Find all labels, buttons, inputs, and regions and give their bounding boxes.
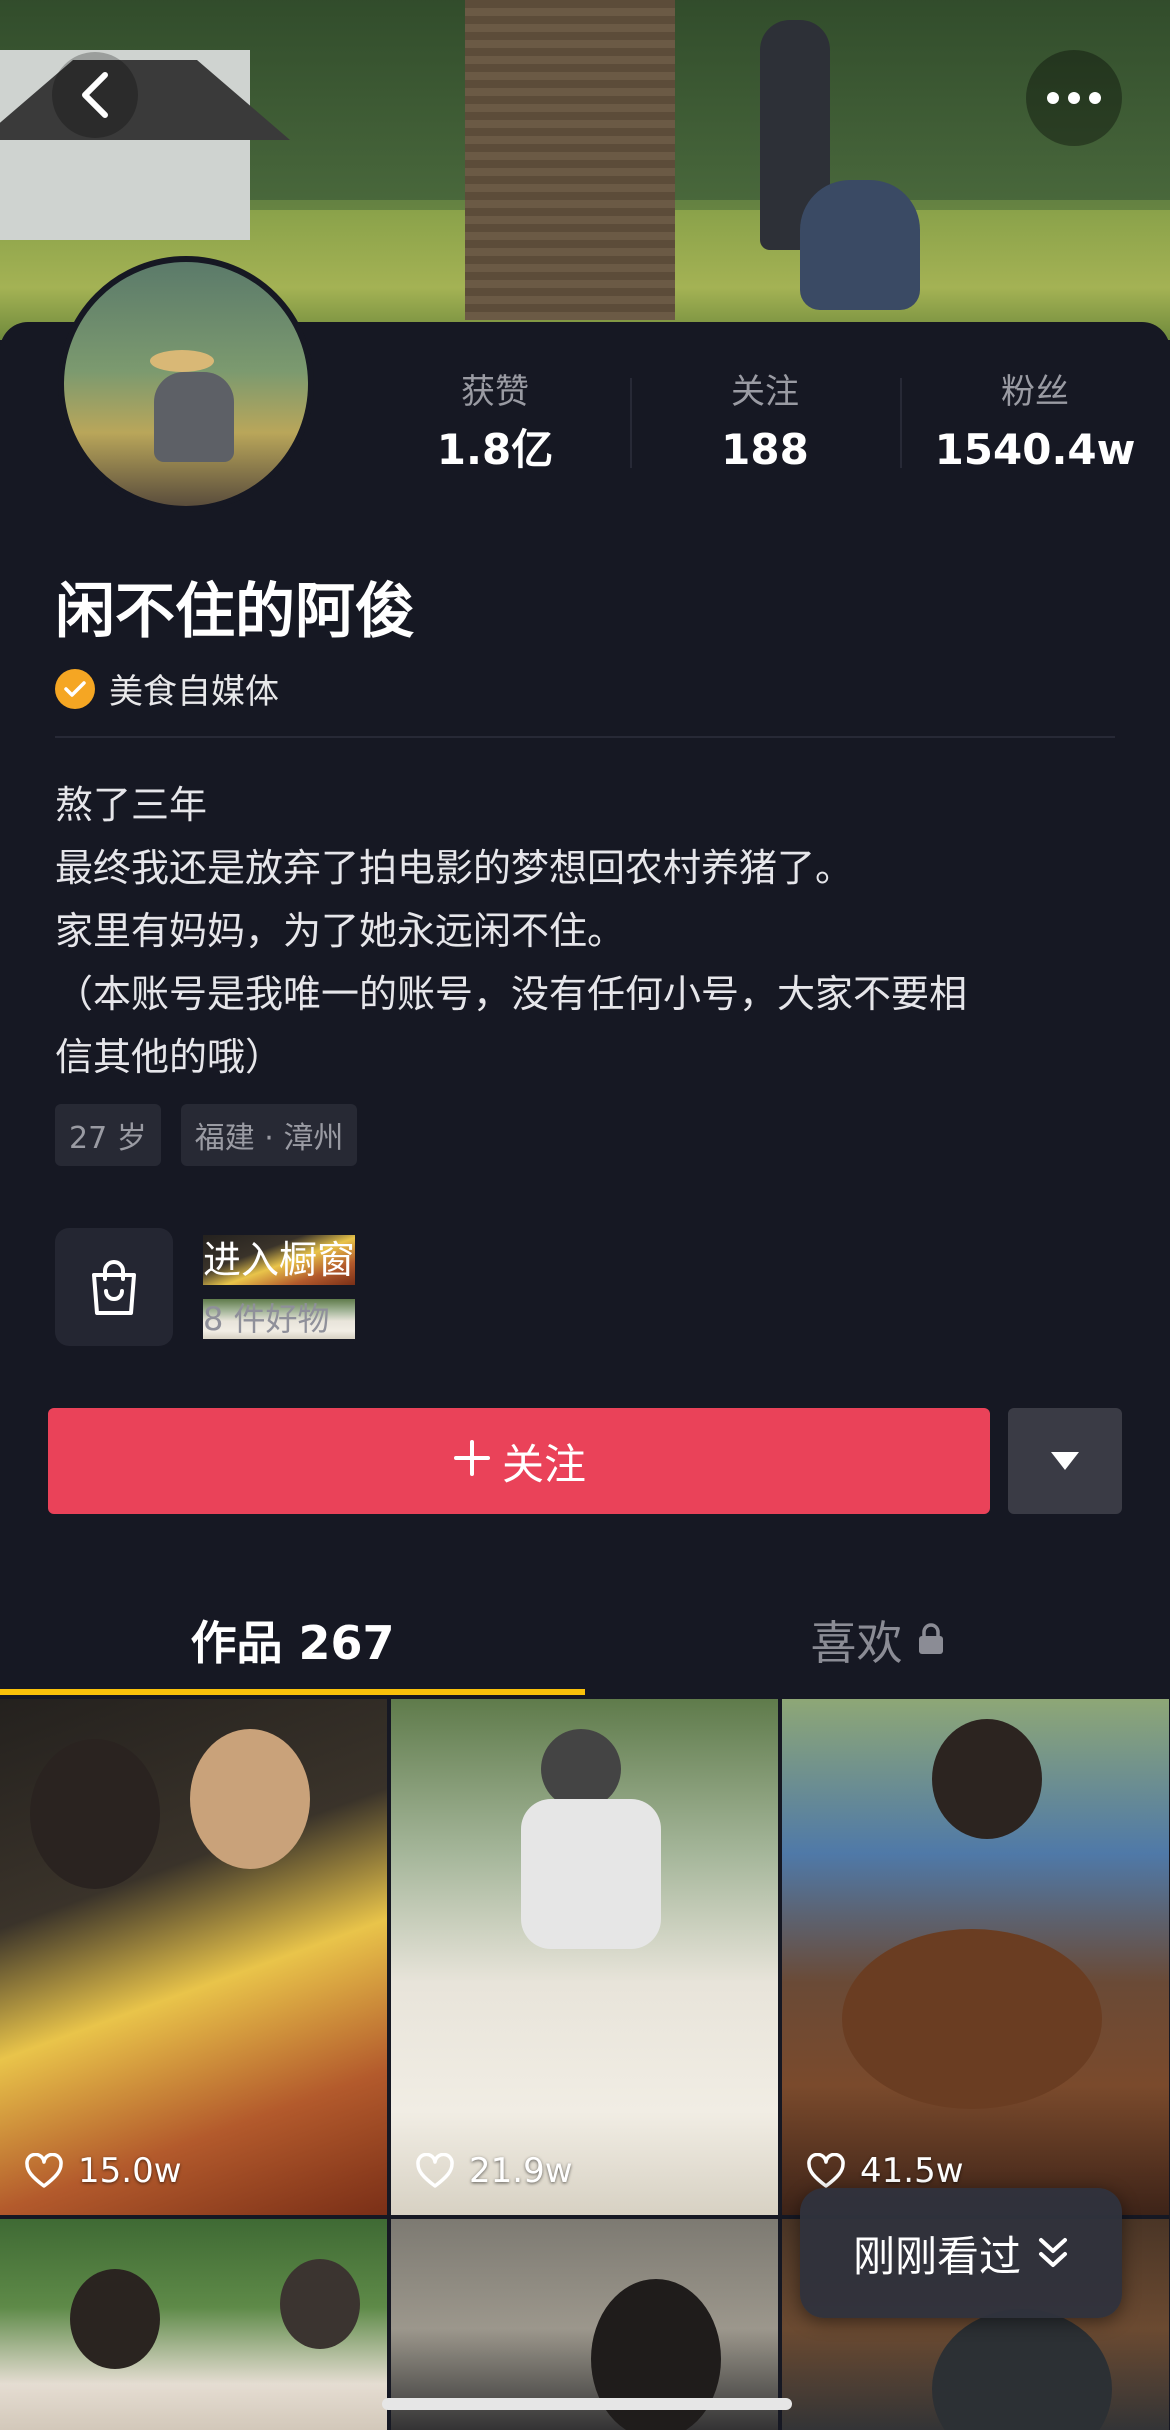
video-grid: 15.0w 21.9w 41.5w xyxy=(0,1699,1170,2430)
recommend-dropdown-button[interactable] xyxy=(1008,1408,1122,1514)
stat-label: 获赞 xyxy=(461,372,529,412)
tab-likes[interactable]: 喜欢 xyxy=(585,1585,1170,1695)
heart-icon xyxy=(807,2153,845,2188)
stat-value: 188 xyxy=(721,425,809,474)
like-count-value: 21.9w xyxy=(469,2151,573,2191)
heart-icon xyxy=(25,2153,63,2188)
lock-icon xyxy=(917,1613,945,1667)
more-options-button[interactable] xyxy=(1026,50,1122,146)
banner-post xyxy=(465,0,675,320)
video-thumbnail[interactable]: 21.9w xyxy=(391,1699,778,2215)
heart-icon xyxy=(416,2153,454,2188)
profile-tags: 27 岁 福建 · 漳州 xyxy=(55,1104,358,1166)
tab-label: 喜欢 xyxy=(810,1616,903,1670)
bio-line: 信其他的哦） xyxy=(55,1035,284,1079)
plus-icon xyxy=(452,1435,492,1487)
back-button[interactable] xyxy=(52,52,138,138)
age-tag: 27 岁 xyxy=(55,1104,161,1166)
stat-likes[interactable]: 获赞 1.8亿 xyxy=(360,370,630,480)
video-thumbnail[interactable] xyxy=(0,2219,387,2430)
verification-label: 美食自媒体 xyxy=(109,672,279,712)
location-tag: 福建 · 漳州 xyxy=(180,1104,358,1166)
stat-value: 1540.4w xyxy=(934,425,1136,474)
like-count-value: 15.0w xyxy=(78,2151,182,2191)
bio-line: （本账号是我唯一的账号，没有任何小号，大家不要相 xyxy=(55,972,968,1016)
like-count: 15.0w xyxy=(24,2151,182,2191)
recently-viewed-label: 刚刚看过 xyxy=(852,2231,1021,2281)
content-tabs: 作品 267 喜欢 xyxy=(0,1585,1170,1695)
verification-row[interactable]: 美食自媒体 xyxy=(55,664,279,713)
home-indicator[interactable] xyxy=(382,2398,792,2410)
profile-bio: 熬了三年 最终我还是放弃了拍电影的梦想回农村养猪了。 家里有妈妈，为了她永远闲不… xyxy=(55,774,1115,1089)
divider xyxy=(55,736,1115,738)
ellipsis-icon xyxy=(1047,92,1101,104)
follow-label: 关注 xyxy=(501,1439,586,1489)
like-count: 41.5w xyxy=(806,2151,964,2191)
avatar[interactable] xyxy=(58,256,314,512)
like-count-value: 41.5w xyxy=(860,2151,964,2191)
shop-window-entry[interactable]: 进入橱窗 8 件好物 xyxy=(55,1228,356,1346)
follow-button[interactable]: 关注 xyxy=(48,1408,990,1514)
double-chevron-down-icon xyxy=(1039,2238,1067,2267)
tab-works[interactable]: 作品 267 xyxy=(0,1585,585,1695)
shop-title: 进入橱窗 xyxy=(203,1235,356,1285)
chevron-left-icon xyxy=(82,72,108,118)
stat-label: 粉丝 xyxy=(1001,372,1069,412)
like-count: 21.9w xyxy=(415,2151,573,2191)
video-thumbnail[interactable]: 15.0w xyxy=(0,1699,387,2215)
stat-following[interactable]: 关注 188 xyxy=(630,370,900,480)
profile-stats: 获赞 1.8亿 关注 188 粉丝 1540.4w xyxy=(360,370,1170,480)
stat-value: 1.8亿 xyxy=(436,425,554,474)
verified-check-icon xyxy=(55,668,95,709)
recently-viewed-button[interactable]: 刚刚看过 xyxy=(800,2188,1122,2318)
bio-line: 熬了三年 xyxy=(55,783,208,827)
video-thumbnail[interactable]: 41.5w xyxy=(782,1699,1169,2215)
bio-line: 最终我还是放弃了拍电影的梦想回农村养猪了。 xyxy=(55,846,854,890)
bio-line: 家里有妈妈，为了她永远闲不住。 xyxy=(55,909,626,953)
banner-person xyxy=(800,180,920,310)
shop-subtitle: 8 件好物 xyxy=(203,1299,356,1339)
triangle-down-icon xyxy=(1051,1452,1079,1470)
stat-followers[interactable]: 粉丝 1540.4w xyxy=(900,370,1170,480)
stat-label: 关注 xyxy=(731,372,799,412)
shopping-bag-icon xyxy=(55,1228,173,1346)
tab-label: 作品 267 xyxy=(190,1616,395,1670)
active-tab-indicator xyxy=(0,1689,585,1695)
profile-nickname: 闲不住的阿俊 xyxy=(55,577,415,647)
